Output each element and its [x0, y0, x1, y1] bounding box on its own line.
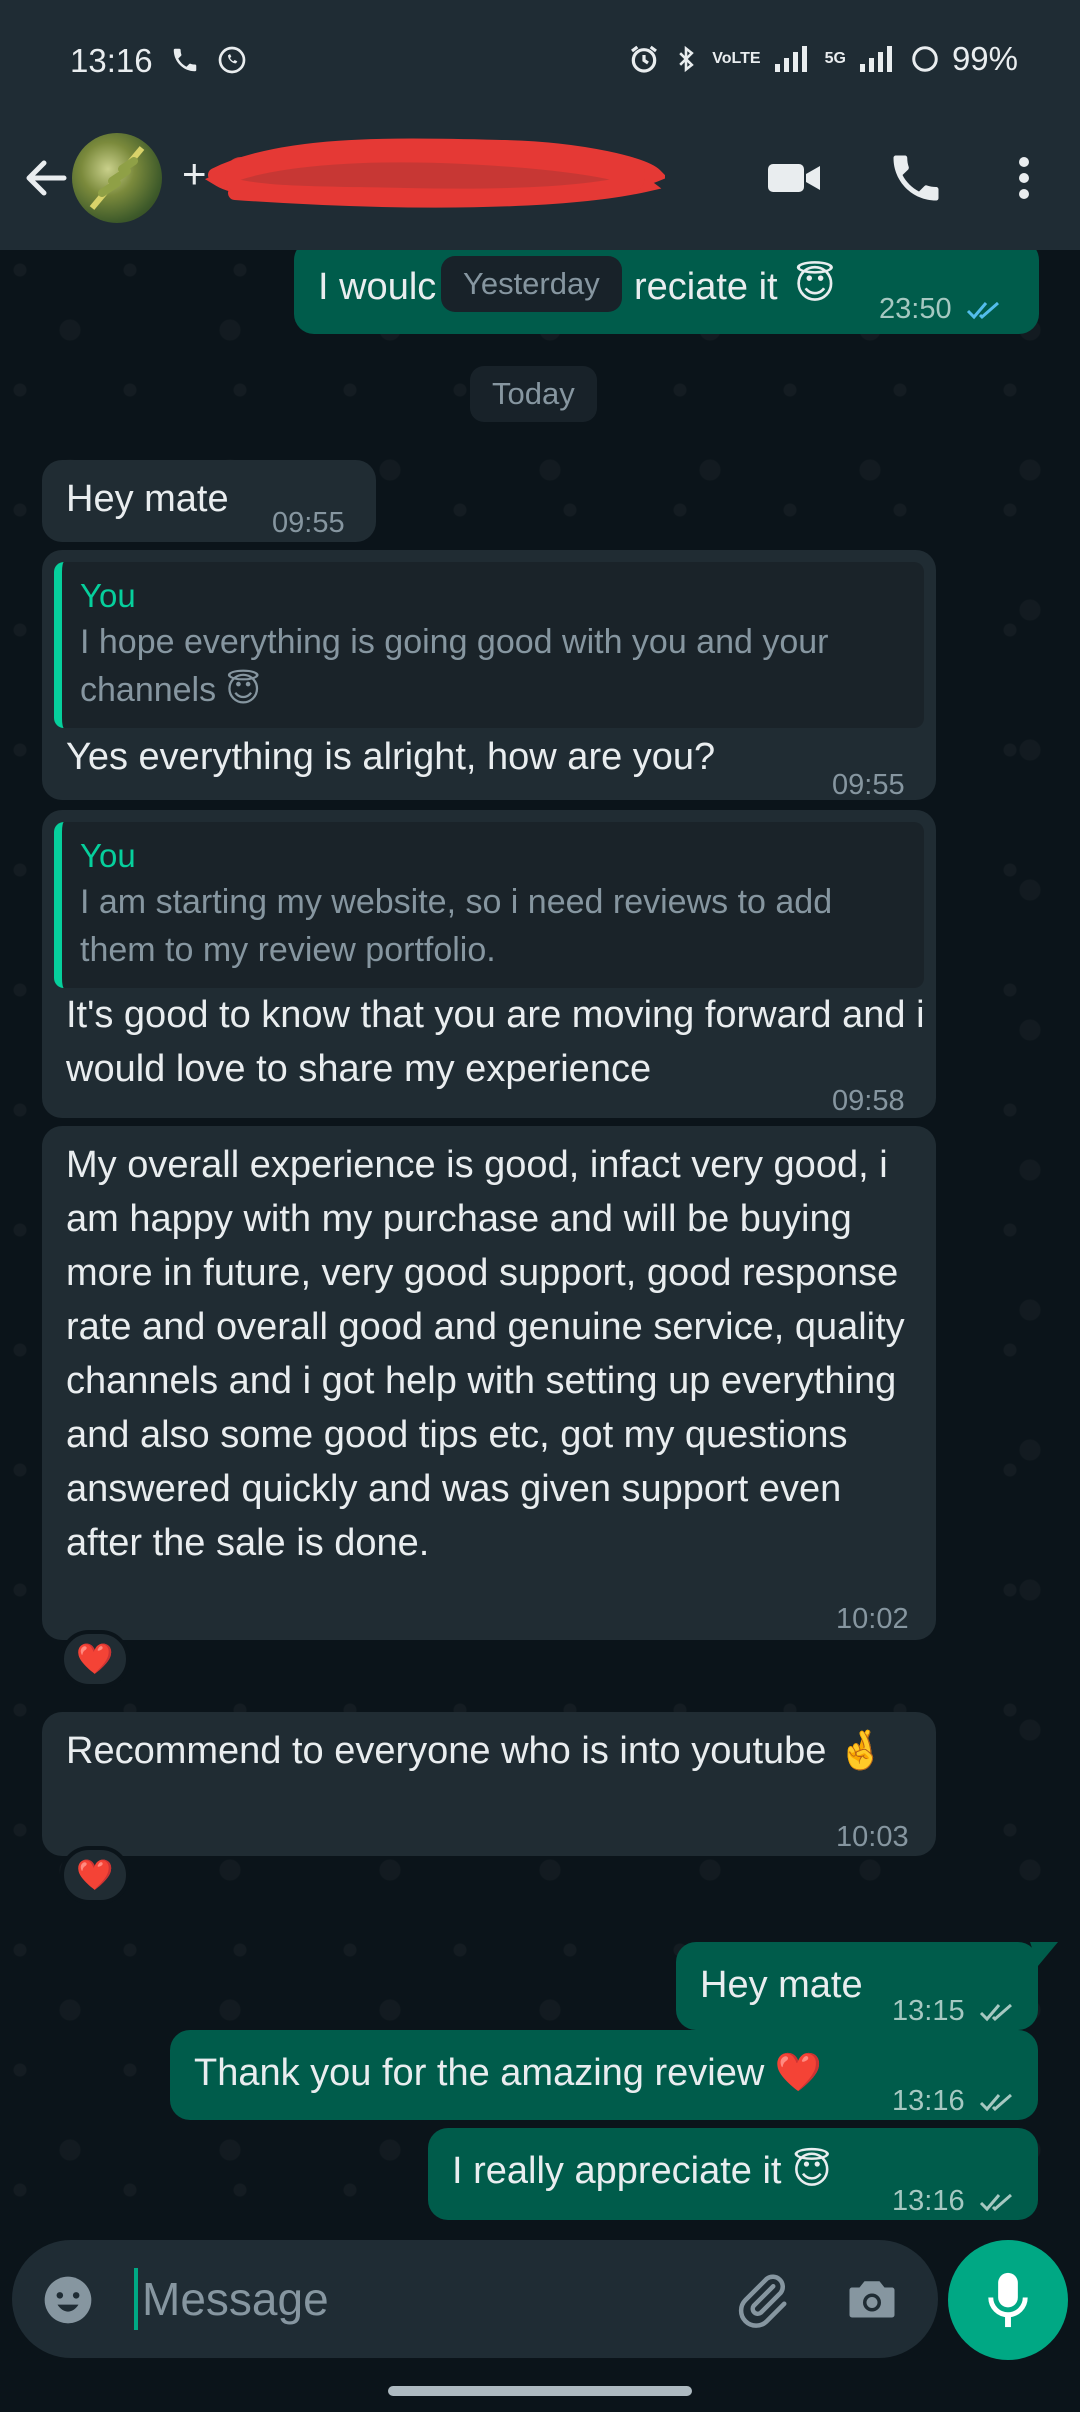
- video-call-icon[interactable]: [764, 148, 824, 208]
- message-text: Recommend to everyone who is into youtub…: [66, 1730, 885, 1772]
- voice-record-button[interactable]: [948, 2240, 1068, 2360]
- quote-text: I hope everything is going good with you…: [80, 623, 829, 709]
- quote-author: You: [80, 577, 136, 614]
- message-text-left: I woulc: [318, 266, 437, 308]
- reaction-badge[interactable]: ❤️: [60, 1846, 130, 1904]
- back-arrow-icon[interactable]: [16, 148, 76, 208]
- microphone-icon: [988, 2272, 1028, 2328]
- text-caret: [134, 2268, 138, 2330]
- quote-author: You: [80, 837, 136, 874]
- camera-icon[interactable]: [842, 2270, 902, 2330]
- 5g-label: 5G: [824, 50, 846, 67]
- message-incoming-reply[interactable]: You I am starting my website, so i need …: [42, 810, 936, 1118]
- message-text-right: reciate it: [634, 266, 778, 308]
- message-text: Yes everything is alright, how are you?: [66, 736, 716, 778]
- emoji-icon[interactable]: [40, 2272, 96, 2328]
- heart-reaction-icon: ❤️: [76, 1642, 114, 1676]
- delivered-ticks-icon: [979, 2194, 1012, 2212]
- contact-name[interactable]: +: [182, 150, 207, 198]
- date-pill-yesterday: Yesterday: [441, 256, 622, 312]
- heart-reaction-icon: ❤️: [76, 1858, 114, 1892]
- message-incoming[interactable]: My overall experience is good, infact ve…: [42, 1126, 936, 1640]
- message-text: Hey mate: [700, 1964, 863, 2006]
- date-pill-today: Today: [470, 366, 597, 422]
- message-time: 23:50: [879, 282, 1006, 336]
- message-input[interactable]: Message: [142, 2272, 329, 2326]
- delivered-ticks-icon: [979, 2004, 1012, 2022]
- volte-label: VoLTE: [712, 50, 761, 67]
- chat-area[interactable]: I woulc reciate it 😇 23:50 Yesterday Tod…: [0, 250, 1080, 2240]
- message-incoming[interactable]: Hey mate 09:55: [42, 460, 376, 542]
- message-time: 13:16: [892, 2174, 1019, 2228]
- status-time: 13:16: [70, 42, 153, 79]
- message-text: Thank you for the amazing review ❤️: [194, 2052, 823, 2094]
- redaction-scribble: [205, 138, 665, 208]
- message-outgoing[interactable]: Hey mate 13:15: [676, 1942, 1038, 2030]
- whatsapp-status-icon: [218, 46, 246, 74]
- message-time: 09:55: [272, 507, 345, 539]
- message-text: I really appreciate it 😇: [452, 2150, 832, 2192]
- bluetooth-icon: [679, 45, 695, 73]
- quoted-message[interactable]: You I hope everything is going good with…: [54, 562, 924, 728]
- call-status-icon: [173, 48, 197, 72]
- message-time: 09:58: [832, 1085, 905, 1117]
- attach-icon[interactable]: [732, 2270, 792, 2330]
- delivered-ticks-icon: [979, 2094, 1012, 2112]
- quote-text: I am starting my website, so i need revi…: [80, 883, 833, 969]
- signal-icon: [774, 46, 807, 72]
- message-incoming[interactable]: Recommend to everyone who is into youtub…: [42, 1712, 936, 1856]
- message-text: My overall experience is good, infact ve…: [66, 1144, 905, 1564]
- message-time: 10:03: [836, 1821, 909, 1853]
- smiling-halo-emoji: 😇: [794, 263, 836, 307]
- status-bar: 13:16 VoLTE 5G 99%: [0, 0, 1080, 125]
- signal-5g-icon: [859, 46, 892, 72]
- status-left-icons: [170, 44, 248, 76]
- alarm-icon: [631, 45, 658, 73]
- status-right-icons: VoLTE 5G 99%: [628, 40, 1018, 78]
- avatar-image: [89, 146, 145, 210]
- avatar[interactable]: [72, 133, 162, 223]
- bubble-tail: [1030, 1942, 1058, 1966]
- home-indicator[interactable]: [388, 2386, 692, 2396]
- message-outgoing-partial[interactable]: I woulc reciate it 😇 23:50: [294, 250, 1039, 334]
- battery-ring-icon: [912, 46, 938, 72]
- quoted-message[interactable]: You I am starting my website, so i need …: [54, 822, 924, 988]
- message-text: It's good to know that you are moving fo…: [66, 994, 925, 1090]
- message-outgoing[interactable]: I really appreciate it 😇 13:16: [428, 2128, 1038, 2220]
- message-time: 13:16: [892, 2074, 1019, 2128]
- message-time: 09:55: [832, 769, 905, 801]
- message-outgoing[interactable]: Thank you for the amazing review ❤️ 13:1…: [170, 2030, 1038, 2120]
- phone-icon[interactable]: [886, 148, 946, 208]
- battery-level: 99%: [951, 40, 1018, 77]
- message-composer[interactable]: Message: [12, 2240, 938, 2358]
- message-time: 10:02: [836, 1603, 909, 1635]
- read-ticks-icon: [966, 302, 999, 320]
- message-text: Hey mate: [66, 478, 229, 520]
- reaction-badge[interactable]: ❤️: [60, 1630, 130, 1688]
- more-options-icon[interactable]: [994, 148, 1054, 208]
- message-incoming-reply[interactable]: You I hope everything is going good with…: [42, 550, 936, 801]
